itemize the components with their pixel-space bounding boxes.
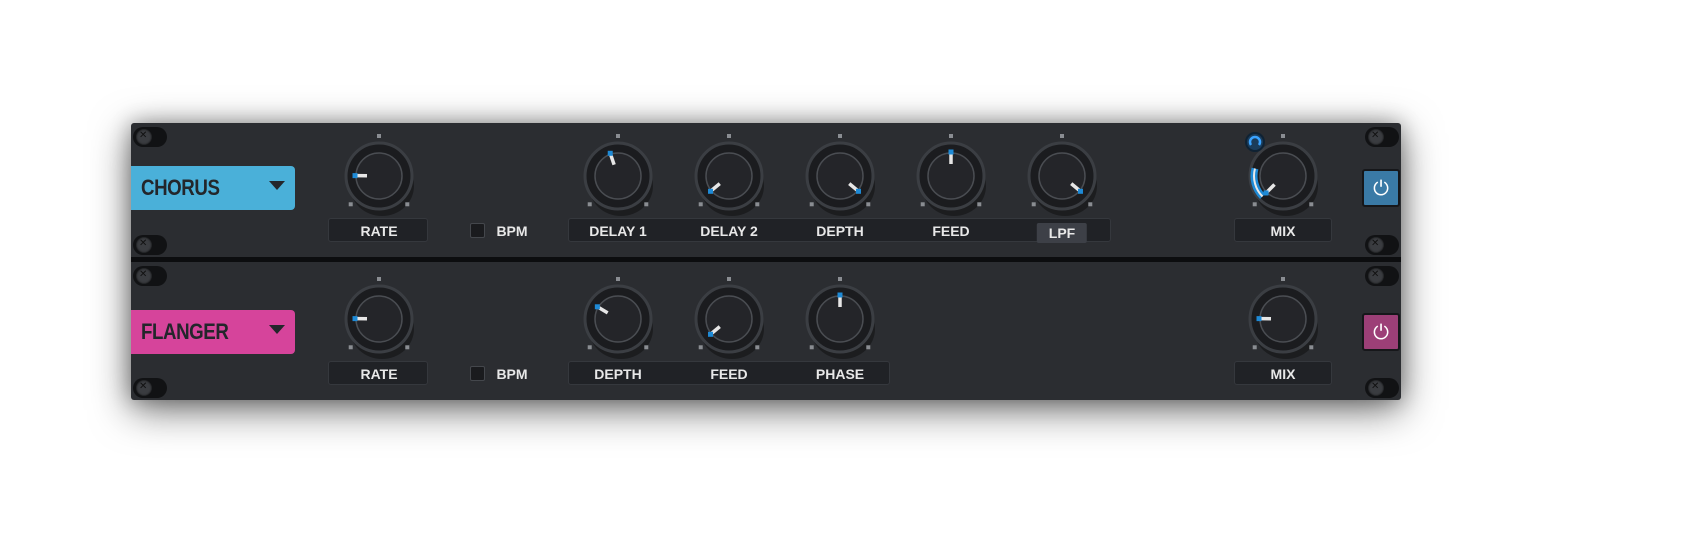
- delay-2-knob[interactable]: [684, 131, 774, 221]
- knob-tick: [377, 277, 381, 281]
- mix-knob[interactable]: [1238, 274, 1328, 364]
- knob-value-marker: [1077, 188, 1083, 194]
- bpm-label: BPM: [496, 366, 528, 382]
- delay-1-label: DELAY 1: [589, 223, 647, 239]
- knob-tick: [405, 345, 410, 350]
- depth-label: DEPTH: [816, 223, 864, 239]
- knob-tick: [949, 134, 953, 138]
- rate-knob[interactable]: [334, 274, 424, 364]
- knob-tick: [755, 345, 760, 350]
- knob-tick: [727, 134, 731, 138]
- screw-icon: [1365, 127, 1399, 147]
- power-icon: ⏻: [1373, 320, 1389, 344]
- knob-tick: [644, 202, 649, 207]
- knob-tick: [587, 202, 592, 207]
- lpf-knob[interactable]: [1017, 131, 1107, 221]
- knob-tick: [377, 134, 381, 138]
- screw-icon: [133, 266, 167, 286]
- knob-tick: [348, 202, 353, 207]
- knob-value-marker: [1263, 190, 1269, 196]
- lpf-label: LPF: [1036, 223, 1088, 243]
- knob-value-marker: [837, 292, 843, 298]
- screw-icon: [1365, 266, 1399, 286]
- knob-value-marker: [855, 188, 861, 194]
- knob-tick: [644, 345, 649, 350]
- knob-tick: [920, 202, 925, 207]
- knob-value-marker: [1256, 316, 1262, 322]
- module-chorus: CHORUS RATE BPM DELAY 1 DELAY 2 DEPTH FEED LPF M…: [131, 123, 1401, 257]
- knob-tick: [755, 202, 760, 207]
- knob-value-marker: [708, 331, 714, 337]
- knob-tick: [727, 277, 731, 281]
- power-button[interactable]: ⏻: [1362, 169, 1400, 207]
- knob-tick: [348, 345, 353, 350]
- feed-knob[interactable]: [684, 274, 774, 364]
- screw-icon: [133, 127, 167, 147]
- knob-tick: [838, 277, 842, 281]
- module-flanger: FLANGER RATE BPM DEPTH FEED PHASE MIX ⏻: [131, 262, 1401, 400]
- mix-label: MIX: [1270, 366, 1296, 382]
- rate-label: RATE: [360, 366, 398, 382]
- chevron-down-icon: [269, 181, 285, 190]
- chevron-down-icon: [269, 325, 285, 334]
- knob-cap: [594, 295, 642, 343]
- knob-tick: [809, 202, 814, 207]
- knob-tick: [1252, 345, 1257, 350]
- rate-knob[interactable]: [334, 131, 424, 221]
- depth-knob[interactable]: [573, 274, 663, 364]
- screw-icon: [133, 235, 167, 255]
- feed-knob[interactable]: [906, 131, 996, 221]
- knob-tick: [809, 345, 814, 350]
- power-icon: ⏻: [1373, 176, 1389, 200]
- phase-knob[interactable]: [795, 274, 885, 364]
- knob-value-marker: [352, 316, 358, 322]
- depth-knob[interactable]: [795, 131, 885, 221]
- delay-2-label: DELAY 2: [700, 223, 758, 239]
- modulation-ring-icon[interactable]: [1245, 132, 1265, 152]
- knob-tick: [1281, 277, 1285, 281]
- knob-cap: [594, 152, 642, 200]
- screw-icon: [133, 378, 167, 398]
- knob-value-marker: [607, 150, 613, 156]
- bpm-checkbox[interactable]: [470, 223, 485, 238]
- knob-tick: [1088, 202, 1093, 207]
- bpm-label: BPM: [496, 223, 528, 239]
- effect-name: CHORUS: [141, 175, 220, 200]
- rate-label: RATE: [360, 223, 398, 239]
- effect-name: FLANGER: [141, 319, 229, 344]
- knob-tick: [405, 202, 410, 207]
- effect-type-dropdown[interactable]: FLANGER: [131, 310, 295, 354]
- knob-tick: [1309, 345, 1314, 350]
- knob-tick: [616, 277, 620, 281]
- effect-type-dropdown[interactable]: CHORUS: [131, 166, 295, 210]
- knob-value-marker: [948, 149, 954, 155]
- delay-1-knob[interactable]: [573, 131, 663, 221]
- knob-tick: [1252, 202, 1257, 207]
- knob-tick: [1031, 202, 1036, 207]
- knob-tick: [1060, 134, 1064, 138]
- screw-icon: [1365, 378, 1399, 398]
- depth-label: DEPTH: [594, 366, 642, 382]
- knob-value-marker: [352, 173, 358, 179]
- knob-tick: [1281, 134, 1285, 138]
- knob-tick: [838, 134, 842, 138]
- knob-tick: [587, 345, 592, 350]
- knob-tick: [698, 202, 703, 207]
- feed-label: FEED: [932, 223, 970, 239]
- knob-tick: [977, 202, 982, 207]
- power-button[interactable]: ⏻: [1362, 313, 1400, 351]
- phase-label: PHASE: [815, 366, 865, 382]
- knob-value-marker: [708, 188, 714, 194]
- knob-value-marker: [594, 304, 600, 310]
- knob-tick: [866, 345, 871, 350]
- feed-label: FEED: [710, 366, 748, 382]
- screw-icon: [1365, 235, 1399, 255]
- knob-tick: [616, 134, 620, 138]
- mix-knob[interactable]: [1238, 131, 1328, 221]
- knob-tick: [698, 345, 703, 350]
- knob-tick: [866, 202, 871, 207]
- mix-label: MIX: [1270, 223, 1296, 239]
- bpm-checkbox[interactable]: [470, 366, 485, 381]
- knob-tick: [1309, 202, 1314, 207]
